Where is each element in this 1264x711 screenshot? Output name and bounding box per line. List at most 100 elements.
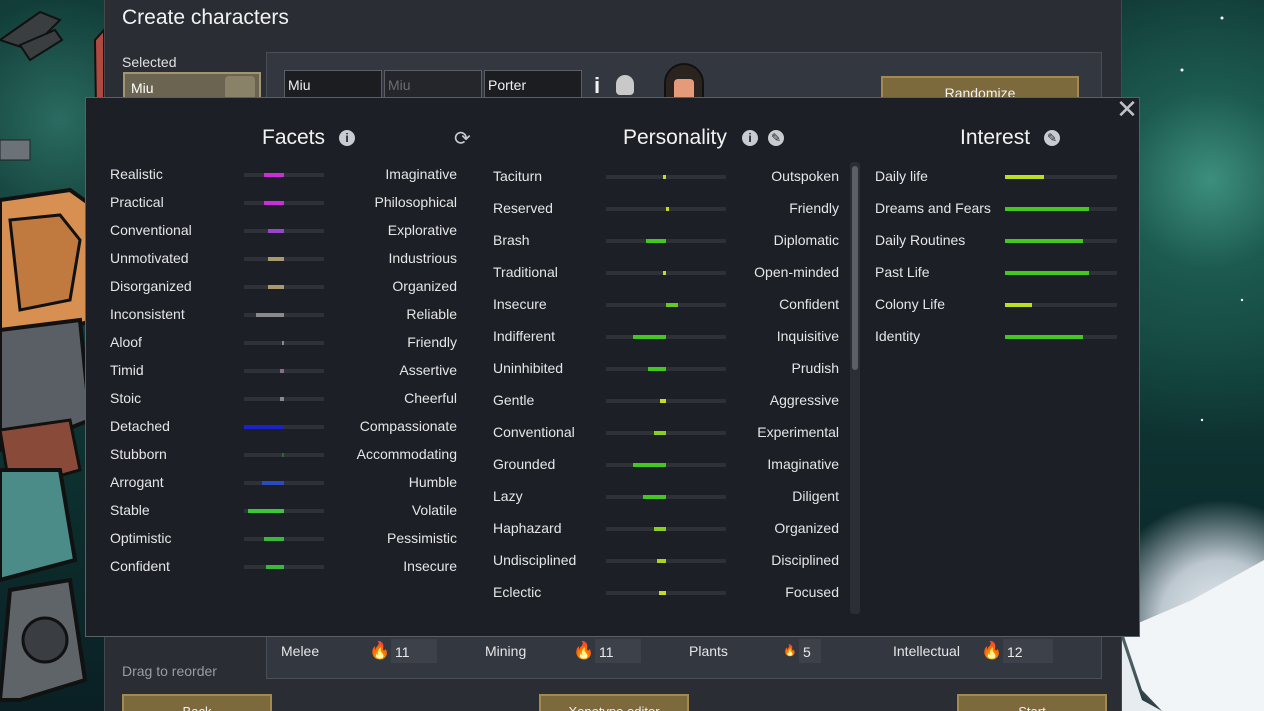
facets-right-label: Accommodating <box>356 446 457 462</box>
facets-left-label: Timid <box>110 362 144 378</box>
facets-slider-track <box>244 481 324 485</box>
personality-slider-track <box>606 591 726 595</box>
interest-bar-track <box>1005 175 1117 179</box>
personality-right-label: Confident <box>779 296 839 312</box>
personality-slider-fill <box>648 367 666 371</box>
personality-slider-track <box>606 367 726 371</box>
personality-left-label: Conventional <box>493 424 575 440</box>
close-icon[interactable]: ✕ <box>1116 96 1138 122</box>
personality-scrollbar[interactable] <box>850 162 860 614</box>
selected-label: Selected <box>122 54 177 70</box>
personality-right-label: Disciplined <box>771 552 839 568</box>
facets-left-label: Arrogant <box>110 474 164 490</box>
skill-value-intellectual: 12 <box>1003 639 1053 663</box>
personality-edit-icon[interactable]: ✎ <box>768 130 784 146</box>
facets-slider-track <box>244 313 324 317</box>
facets-title: Facets <box>262 126 326 149</box>
interest-label: Past Life <box>875 264 930 280</box>
personality-slider-track <box>606 271 726 275</box>
facets-slider-fill <box>268 257 284 261</box>
facets-right-label: Organized <box>392 278 457 294</box>
facets-slider-track <box>244 229 324 233</box>
ideology-head-icon[interactable] <box>616 75 634 95</box>
personality-left-label: Reserved <box>493 200 553 216</box>
skill-name-melee: Melee <box>281 643 320 659</box>
personality-slider-track <box>606 335 726 339</box>
first-name-input[interactable]: Miu <box>284 70 382 100</box>
interest-edit-icon[interactable]: ✎ <box>1044 130 1060 146</box>
personality-slider-fill <box>663 271 666 275</box>
personality-dialog: ✕ Facets i ⟳ Personality i ✎ Interest ✎ … <box>85 96 1140 637</box>
interest-title: Interest <box>960 126 1031 149</box>
facets-left-label: Unmotivated <box>110 250 189 266</box>
personality-slider-fill <box>646 239 666 243</box>
name-panel: Miu Miu Porter i Randomize <box>266 52 1102 106</box>
facets-left-label: Aloof <box>110 334 142 350</box>
scrollbar-thumb[interactable] <box>852 166 858 370</box>
facets-slider-fill <box>264 201 284 205</box>
personality-slider-track <box>606 559 726 563</box>
facets-right-label: Friendly <box>407 334 457 350</box>
personality-slider-track <box>606 303 726 307</box>
personality-slider-fill <box>658 591 666 595</box>
personality-right-label: Diligent <box>792 488 839 504</box>
nickname-input[interactable]: Miu <box>384 70 482 100</box>
skill-name-mining: Mining <box>485 643 527 659</box>
facets-left-label: Inconsistent <box>110 306 185 322</box>
personality-slider-fill <box>633 335 666 339</box>
personality-slider-track <box>606 431 726 435</box>
facets-slider-fill <box>264 173 284 177</box>
facets-right-label: Assertive <box>399 362 457 378</box>
facets-right-label: Cheerful <box>404 390 457 406</box>
personality-right-label: Aggressive <box>769 392 839 408</box>
facets-left-label: Stoic <box>110 390 142 406</box>
skill-value-melee: 11 <box>391 639 437 663</box>
facets-slider-track <box>244 257 324 261</box>
facets-slider-fill <box>256 313 284 317</box>
personality-slider-fill <box>660 399 666 403</box>
interest-label: Daily Routines <box>875 232 966 248</box>
facets-slider-fill <box>264 537 284 541</box>
facets-slider-fill <box>262 481 284 485</box>
refresh-icon[interactable]: ⟳ <box>454 126 471 151</box>
facets-left-label: Optimistic <box>110 530 172 546</box>
facets-left-label: Disorganized <box>110 278 192 294</box>
personality-left-label: Taciturn <box>493 168 543 184</box>
facets-right-label: Reliable <box>406 306 457 322</box>
personality-info-icon[interactable]: i <box>742 130 758 146</box>
skill-name-intellectual: Intellectual <box>893 643 960 659</box>
xenotype-editor-button[interactable]: Xenotype editor <box>539 694 689 711</box>
personality-right-label: Friendly <box>789 200 839 216</box>
last-name-input[interactable]: Porter <box>484 70 582 100</box>
personality-right-label: Focused <box>785 584 839 600</box>
facets-slider-track <box>244 537 324 541</box>
skill-value-plants: 5 <box>799 639 821 663</box>
major-passion-flame-icon: 🔥 <box>369 641 391 660</box>
facets-right-label: Pessimistic <box>386 530 457 546</box>
interest-bar-fill <box>1005 303 1032 307</box>
facets-slider-fill <box>268 229 284 233</box>
facets-right-label: Explorative <box>387 222 457 238</box>
personality-right-label: Open-minded <box>754 264 839 280</box>
personality-left-label: Haphazard <box>493 520 562 536</box>
personality-slider-track <box>606 495 726 499</box>
personality-slider-fill <box>633 463 666 467</box>
interest-bar-fill <box>1005 335 1084 339</box>
personality-slider-track <box>606 399 726 403</box>
personality-slider-track <box>606 175 726 179</box>
facets-slider-track <box>244 453 324 457</box>
personality-left-label: Indifferent <box>493 328 556 344</box>
facets-right-label: Insecure <box>403 558 457 574</box>
personality-left-label: Gentle <box>493 392 535 408</box>
personality-right-label: Experimental <box>757 424 839 440</box>
facets-right-label: Industrious <box>388 250 457 266</box>
interest-bar-fill <box>1005 239 1084 243</box>
personality-right-label: Organized <box>774 520 839 536</box>
personality-right-label: Inquisitive <box>776 328 839 344</box>
personality-left-label: Lazy <box>493 488 523 504</box>
facets-info-icon[interactable]: i <box>339 130 355 146</box>
info-icon[interactable]: i <box>594 73 600 99</box>
back-button[interactable]: Back <box>122 694 272 711</box>
facets-slider-track <box>244 509 324 513</box>
start-button[interactable]: Start <box>957 694 1107 711</box>
